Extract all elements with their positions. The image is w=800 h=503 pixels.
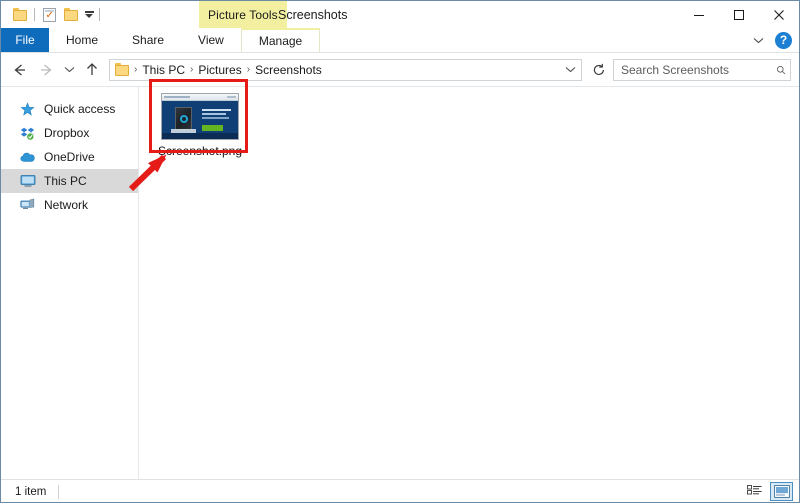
breadcrumb-separator: › xyxy=(245,64,252,75)
sidebar-item-label: This PC xyxy=(44,174,87,188)
sidebar-item-network[interactable]: Network xyxy=(1,193,138,217)
details-view-icon xyxy=(747,485,762,498)
breadcrumb-separator: › xyxy=(132,64,139,75)
tab-share[interactable]: Share xyxy=(115,28,181,52)
search-icon xyxy=(776,63,786,77)
view-buttons xyxy=(743,482,793,501)
large-icons-view-icon xyxy=(774,485,790,498)
large-icons-view-button[interactable] xyxy=(770,482,793,501)
properties-icon: ✓ xyxy=(43,8,56,22)
ribbon-tab-strip: File Home Share View Manage ? xyxy=(1,28,799,53)
breadcrumb[interactable]: › This PC › Pictures › Screenshots xyxy=(109,59,582,81)
monitor-icon xyxy=(19,173,36,189)
refresh-button[interactable] xyxy=(588,59,610,81)
dropbox-icon xyxy=(19,125,36,141)
tab-file[interactable]: File xyxy=(1,28,49,52)
file-list-pane[interactable]: Screenshot.png xyxy=(139,87,799,503)
help-button[interactable]: ? xyxy=(775,32,792,49)
file-item-screenshot-png[interactable]: Screenshot.png xyxy=(153,92,247,159)
properties-button[interactable]: ✓ xyxy=(38,4,60,26)
minimize-button[interactable] xyxy=(679,1,719,28)
breadcrumb-dropdown-button[interactable] xyxy=(561,60,579,80)
breadcrumb-separator: › xyxy=(188,64,195,75)
new-folder-button[interactable] xyxy=(60,4,82,26)
toolbar-divider xyxy=(99,8,100,21)
tab-view[interactable]: View xyxy=(181,28,241,52)
address-bar: › This PC › Pictures › Screenshots xyxy=(1,53,799,87)
pin-to-quick-access-button[interactable] xyxy=(9,4,31,26)
arrow-up-icon xyxy=(85,62,99,77)
file-thumbnail xyxy=(160,92,240,140)
breadcrumb-item-pictures[interactable]: Pictures xyxy=(195,63,244,77)
sidebar-item-this-pc[interactable]: This PC xyxy=(1,169,138,193)
maximize-button[interactable] xyxy=(719,1,759,28)
sidebar-item-onedrive[interactable]: OneDrive xyxy=(1,145,138,169)
network-icon xyxy=(19,197,36,213)
title-bar: ✓ Picture Tools Screenshots xyxy=(1,1,799,28)
arrow-left-icon xyxy=(12,63,28,77)
folder-icon xyxy=(115,63,130,76)
search-box[interactable] xyxy=(613,59,791,81)
expand-ribbon-button[interactable] xyxy=(750,30,766,50)
back-button[interactable] xyxy=(7,57,33,83)
chevron-down-icon xyxy=(64,66,75,73)
item-count-label: 1 item xyxy=(15,486,46,498)
navigation-pane: Quick access Dropbox xyxy=(1,87,139,503)
window-controls xyxy=(679,1,799,28)
tab-manage[interactable]: Manage xyxy=(241,28,320,52)
explorer-body: Quick access Dropbox xyxy=(1,87,799,503)
arrow-right-icon xyxy=(38,63,54,77)
breadcrumb-item-screenshots[interactable]: Screenshots xyxy=(252,63,325,77)
status-divider xyxy=(58,485,59,499)
forward-button[interactable] xyxy=(33,57,59,83)
details-view-button[interactable] xyxy=(743,482,766,501)
folder-icon xyxy=(64,8,79,21)
close-button[interactable] xyxy=(759,1,799,28)
search-input[interactable] xyxy=(621,63,776,77)
maximize-icon xyxy=(733,9,745,21)
quick-access-toolbar: ✓ xyxy=(1,1,103,28)
sidebar-item-label: Network xyxy=(44,198,88,212)
recent-locations-button[interactable] xyxy=(59,57,79,83)
cloud-icon xyxy=(19,149,36,165)
up-button[interactable] xyxy=(79,57,105,83)
close-icon xyxy=(773,9,785,21)
chevron-down-icon xyxy=(565,66,576,73)
folder-icon xyxy=(13,8,28,21)
customize-quick-access-button[interactable] xyxy=(82,4,96,26)
star-icon xyxy=(19,101,36,117)
file-explorer-window: ✓ Picture Tools Screenshots xyxy=(0,0,800,503)
window-title: Screenshots xyxy=(278,1,347,28)
status-bar: 1 item xyxy=(1,479,799,503)
sidebar-item-dropbox[interactable]: Dropbox xyxy=(1,121,138,145)
contextual-tab-label: Picture Tools xyxy=(199,1,287,28)
breadcrumb-item-this-pc[interactable]: This PC xyxy=(139,63,188,77)
ribbon-right-controls: ? xyxy=(750,28,799,52)
refresh-icon xyxy=(592,63,606,77)
sidebar-item-label: OneDrive xyxy=(44,150,95,164)
sidebar-item-quick-access[interactable]: Quick access xyxy=(1,97,138,121)
chevron-down-icon xyxy=(753,37,764,44)
toolbar-divider xyxy=(34,8,35,21)
sidebar-item-label: Dropbox xyxy=(44,126,89,140)
png-image-icon xyxy=(161,93,239,140)
file-name-label: Screenshot.png xyxy=(155,143,245,159)
sidebar-item-label: Quick access xyxy=(44,102,115,116)
minimize-icon xyxy=(693,9,705,21)
tab-home[interactable]: Home xyxy=(49,28,115,52)
